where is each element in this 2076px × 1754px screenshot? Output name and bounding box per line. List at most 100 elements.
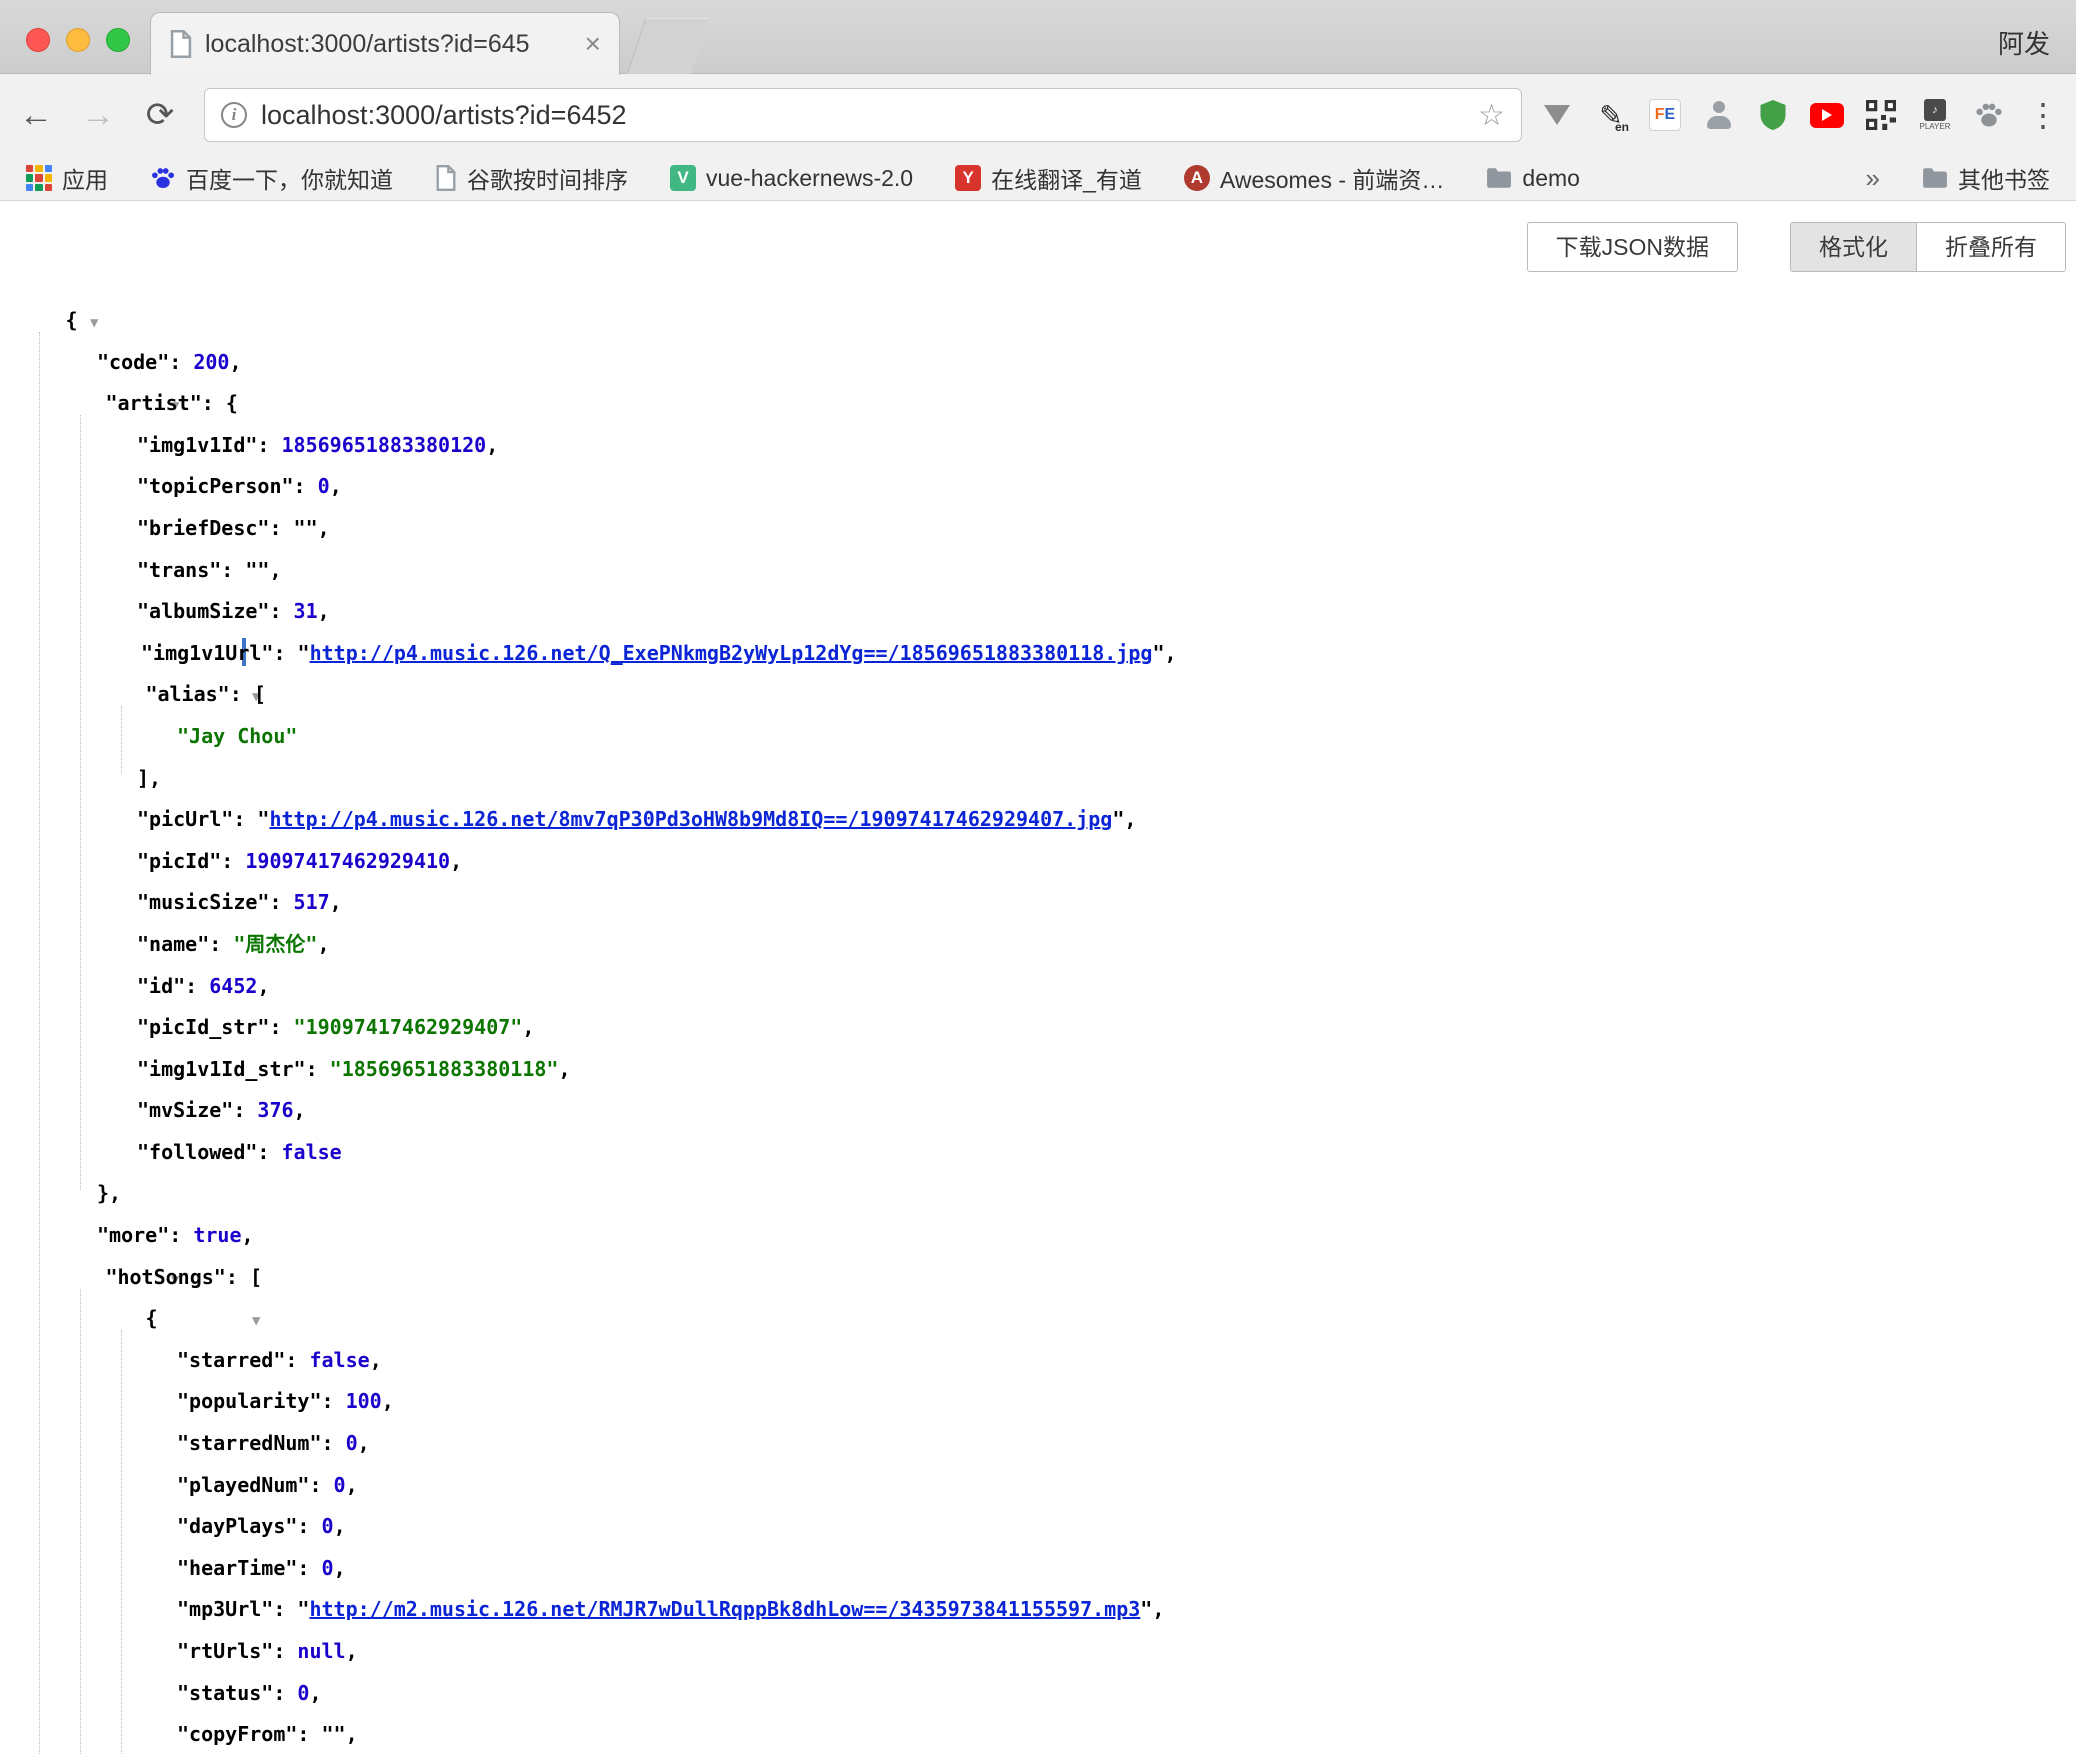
maximize-window-icon[interactable] bbox=[106, 28, 130, 52]
json-line: "popularity": 100, bbox=[0, 1381, 2076, 1423]
json-token: , bbox=[450, 849, 462, 873]
json-token: : "", bbox=[221, 558, 281, 582]
json-token: ", bbox=[1112, 807, 1136, 831]
vimium-icon[interactable] bbox=[1540, 96, 1574, 134]
browser-toolbar: ← → ⟳ i localhost:3000/artists?id=6452 ☆… bbox=[0, 74, 2076, 156]
bookmark-baidu[interactable]: 百度一下，你就知道 bbox=[150, 161, 393, 195]
player-label: PLAYER bbox=[1920, 122, 1951, 131]
back-icon[interactable]: ← bbox=[14, 96, 58, 135]
bookmark-apps[interactable]: 应用 bbox=[26, 161, 108, 195]
fe-icon[interactable]: FE bbox=[1648, 96, 1682, 134]
download-json-button[interactable]: 下载JSON数据 bbox=[1527, 222, 1738, 272]
shield-icon[interactable] bbox=[1756, 96, 1790, 134]
json-token: 6452 bbox=[209, 974, 257, 998]
json-token: "mvSize" bbox=[137, 1098, 233, 1122]
json-token: : bbox=[309, 1473, 333, 1497]
profile-name[interactable]: 阿发 bbox=[1998, 24, 2050, 61]
collapse-all-button[interactable]: 折叠所有 bbox=[1917, 223, 2065, 271]
bookmark-youdao[interactable]: Y 在线翻译_有道 bbox=[955, 161, 1142, 195]
json-token: "mp3Url" bbox=[177, 1597, 273, 1621]
youtube-icon[interactable] bbox=[1810, 96, 1844, 134]
collapse-toggle-icon[interactable]: ▼ bbox=[252, 1313, 260, 1329]
json-token: : bbox=[269, 1015, 293, 1039]
bookmark-google-sort[interactable]: 谷歌按时间排序 bbox=[435, 161, 628, 195]
json-line: "playedNum": 0, bbox=[0, 1465, 2076, 1507]
json-token: "starredNum" bbox=[177, 1431, 322, 1455]
json-line: "briefDesc": "", bbox=[0, 508, 2076, 550]
tab-close-icon[interactable]: × bbox=[585, 28, 601, 60]
paw-icon[interactable] bbox=[1972, 96, 2006, 134]
translate-icon[interactable]: ✎ en bbox=[1594, 96, 1628, 134]
address-bar[interactable]: i localhost:3000/artists?id=6452 ☆ bbox=[204, 88, 1522, 142]
json-token: "name" bbox=[137, 932, 209, 956]
json-token: ], bbox=[137, 766, 161, 790]
json-token: , bbox=[330, 474, 342, 498]
profile-icon[interactable] bbox=[1702, 96, 1736, 134]
json-line: "rtUrls": null, bbox=[0, 1631, 2076, 1673]
json-line: "name": "周杰伦", bbox=[0, 924, 2076, 966]
json-url-link[interactable]: http://p4.music.126.net/8mv7qP30Pd3oHW8b… bbox=[269, 807, 1112, 831]
page-icon bbox=[435, 165, 457, 191]
json-line: "picId": 19097417462929410, bbox=[0, 841, 2076, 883]
vue-icon: V bbox=[670, 165, 696, 191]
json-token: "copyFrom" bbox=[177, 1722, 297, 1746]
bookmark-vue-hackernews[interactable]: V vue-hackernews-2.0 bbox=[670, 165, 913, 192]
bookmark-label: 在线翻译_有道 bbox=[991, 161, 1142, 195]
json-token: : bbox=[185, 974, 209, 998]
reload-icon[interactable]: ⟳ bbox=[138, 95, 182, 135]
json-line: "img1v1Url": "http://p4.music.126.net/Q_… bbox=[0, 633, 2076, 675]
json-token: , bbox=[382, 1389, 394, 1413]
json-token: null bbox=[297, 1639, 345, 1663]
json-token: ", bbox=[1140, 1597, 1164, 1621]
json-token: , bbox=[334, 1556, 346, 1580]
bookmark-label: 谷歌按时间排序 bbox=[467, 161, 628, 195]
json-token: "rtUrls" bbox=[177, 1639, 273, 1663]
bookmark-label: 应用 bbox=[62, 161, 108, 195]
json-token: "id" bbox=[137, 974, 185, 998]
browser-tab[interactable]: localhost:3000/artists?id=645 × bbox=[150, 12, 620, 75]
json-line: "albumSize": 31, bbox=[0, 591, 2076, 633]
json-token: "picId_str" bbox=[137, 1015, 269, 1039]
qrcode-icon[interactable] bbox=[1864, 96, 1898, 134]
json-token: 0 bbox=[322, 1514, 334, 1538]
tree-guide-line bbox=[80, 415, 81, 1189]
json-token: , bbox=[318, 599, 330, 623]
tab-title: localhost:3000/artists?id=645 bbox=[205, 30, 573, 59]
player-icon[interactable]: ♪ PLAYER bbox=[1918, 96, 1952, 134]
bookmark-demo[interactable]: demo bbox=[1486, 165, 1580, 192]
json-token: : bbox=[297, 1514, 321, 1538]
json-token: "albumSize" bbox=[137, 599, 269, 623]
json-token: , bbox=[486, 433, 498, 457]
bookmark-awesomes[interactable]: A Awesomes - 前端资… bbox=[1184, 161, 1445, 195]
close-window-icon[interactable] bbox=[26, 28, 50, 52]
baidu-paw-icon bbox=[150, 165, 176, 191]
menu-icon[interactable]: ⋮ bbox=[2026, 96, 2060, 134]
json-url-link[interactable]: http://m2.music.126.net/RMJR7wDullRqppBk… bbox=[309, 1597, 1140, 1621]
json-token: 376 bbox=[257, 1098, 293, 1122]
minimize-window-icon[interactable] bbox=[66, 28, 90, 52]
json-token: "周杰伦" bbox=[233, 932, 317, 956]
json-token: 0 bbox=[334, 1473, 346, 1497]
url-input[interactable]: localhost:3000/artists?id=6452 bbox=[261, 100, 1464, 131]
extension-icons: ✎ en FE ♪ PLAYER bbox=[1540, 96, 2060, 134]
fe-letter-e: E bbox=[1665, 106, 1676, 124]
bookmark-label: Awesomes - 前端资… bbox=[1220, 161, 1445, 195]
other-bookmarks[interactable]: 其他书签 bbox=[1922, 161, 2050, 195]
json-line: "mp3Url": "http://m2.music.126.net/RMJR7… bbox=[0, 1589, 2076, 1631]
collapse-toggle-icon[interactable]: ▼ bbox=[90, 315, 98, 331]
forward-icon[interactable]: → bbox=[76, 96, 120, 135]
json-token: "picUrl" bbox=[137, 807, 233, 831]
format-button[interactable]: 格式化 bbox=[1791, 223, 1917, 271]
view-mode-group: 格式化 折叠所有 bbox=[1790, 222, 2066, 272]
json-line: "img1v1Id_str": "18569651883380118", bbox=[0, 1049, 2076, 1091]
json-line: "copyFrom": "", bbox=[0, 1714, 2076, 1754]
json-url-link[interactable]: http://p4.music.126.net/Q_ExePNkmgB2yWyL… bbox=[310, 641, 1153, 665]
json-token: false bbox=[309, 1348, 369, 1372]
json-token: true bbox=[193, 1223, 241, 1247]
bookmark-star-icon[interactable]: ☆ bbox=[1478, 98, 1505, 133]
json-token: , bbox=[330, 890, 342, 914]
page-info-icon[interactable]: i bbox=[221, 102, 247, 128]
json-token: , bbox=[317, 932, 329, 956]
bookmarks-overflow-chevron[interactable]: » bbox=[1866, 163, 1880, 194]
new-tab-button[interactable] bbox=[627, 18, 709, 74]
